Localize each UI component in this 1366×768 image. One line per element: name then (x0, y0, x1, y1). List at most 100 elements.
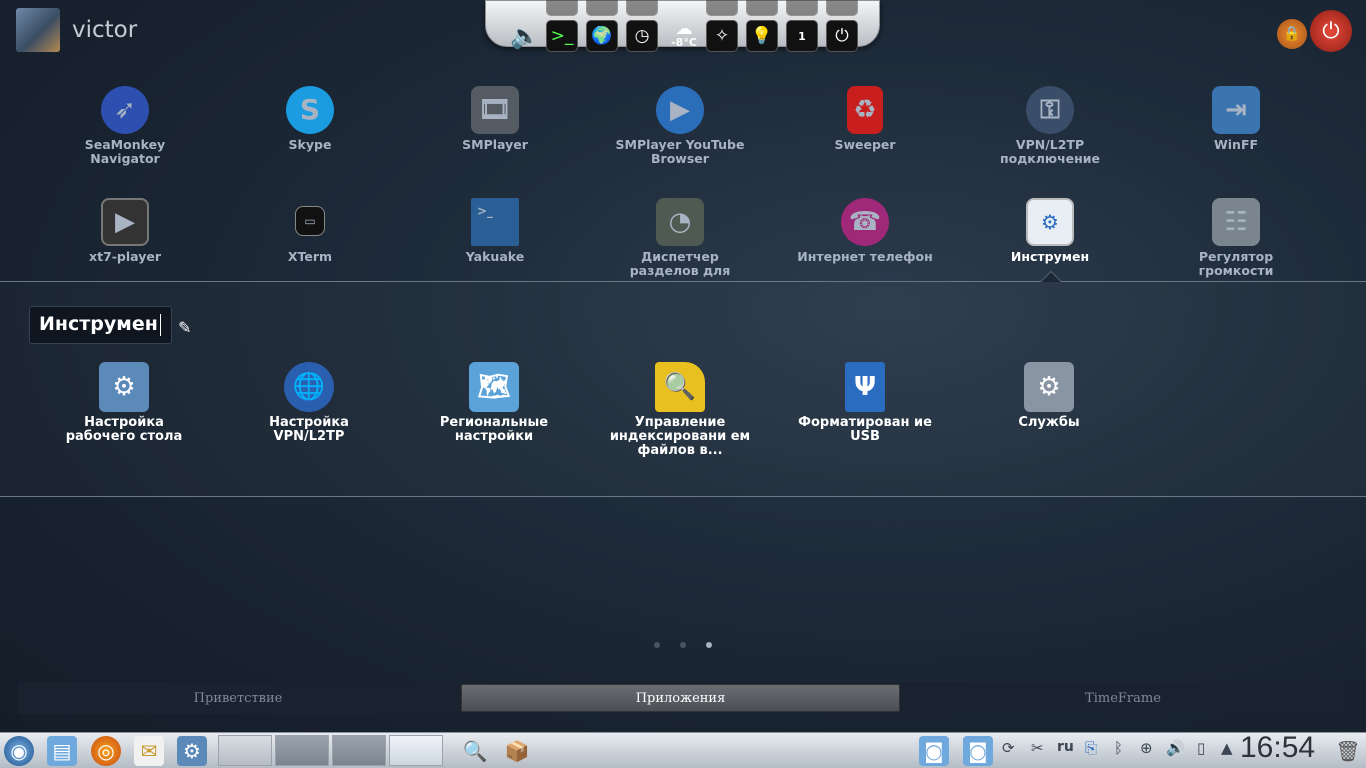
folder-item-label: Настройка рабочего стола (65, 415, 183, 444)
speaker-icon[interactable]: 🔈 (510, 22, 540, 50)
power-button[interactable]: ⏻ (1310, 10, 1352, 52)
vpn-settings-icon: 🌐 (284, 362, 334, 412)
power-icon: ⏻ (1322, 18, 1340, 44)
terminal-widget-icon[interactable]: >_ (546, 20, 578, 52)
phone-icon[interactable]: ▯ (1197, 739, 1205, 757)
desktop-pager-4[interactable] (389, 735, 443, 766)
app-smplayer[interactable]: 🎞 SMPlayer (422, 86, 568, 152)
lock-button[interactable]: 🔒 (1277, 19, 1307, 49)
usb-icon[interactable]: ⊕ (1140, 739, 1153, 757)
folder-item-regional-settings[interactable]: 🗺 Региональные настройки (421, 362, 567, 444)
app-winff[interactable]: ⇥ WinFF (1163, 86, 1309, 152)
bluetooth-icon[interactable]: ᛒ (1114, 739, 1123, 757)
desktop-pager-3[interactable] (332, 735, 386, 766)
app-label: VPN/L2TP подключение (999, 137, 1101, 166)
lightbulb-widget-icon[interactable]: 💡 (746, 20, 778, 52)
app-sweeper[interactable]: ♻ Sweeper (792, 86, 938, 152)
desktop-settings-task-icon[interactable]: ⚙ (177, 736, 207, 766)
folder-item-file-indexing[interactable]: 🔍 Управление индексировани ем файлов в..… (607, 362, 753, 458)
smplayer-icon: 🎞 (471, 86, 519, 134)
temperature-value: -8°C (671, 36, 697, 49)
folder-item-label: Форматирован ие USB (798, 415, 932, 444)
pencil-icon[interactable]: ✎ (178, 318, 191, 337)
power-widget-icon[interactable]: ⏻ (826, 20, 858, 52)
app-yakuake[interactable]: >_ Yakuake (422, 198, 568, 264)
widget-ghost-icon (746, 0, 778, 16)
app-partition-manager[interactable]: ◔ Диспетчер разделов для (607, 198, 753, 278)
folder-pointer (1040, 271, 1062, 282)
widget-ghost-icon (786, 0, 818, 16)
keyboard-layout[interactable]: ru (1057, 739, 1074, 755)
stars-widget-icon[interactable]: ✧ (706, 20, 738, 52)
app-seamonkey[interactable]: ➶ SeaMonkey Navigator (52, 86, 198, 166)
skype-icon: S (286, 86, 334, 134)
tab-timeframe[interactable]: TimeFrame (903, 684, 1343, 712)
volume-control-icon: ☷ (1212, 198, 1260, 246)
app-xt7-player[interactable]: ▶ xt7-player (52, 198, 198, 264)
widget-ghost-icon (626, 0, 658, 16)
seamonkey-icon: ➶ (101, 86, 149, 134)
package-install-icon[interactable]: 📦 (502, 736, 532, 766)
file-manager-icon[interactable]: ▤ (47, 736, 77, 766)
screenshot-icon[interactable]: ◙ (919, 736, 949, 766)
clipboard-icon[interactable]: ✂ (1031, 739, 1044, 757)
folder-name-input[interactable]: Инструмен (29, 306, 172, 344)
trash-icon[interactable]: 🗑 (1333, 736, 1363, 766)
user-profile[interactable]: victor (16, 8, 137, 52)
desktop-pager-2[interactable] (275, 735, 329, 766)
regional-settings-icon: 🗺 (469, 362, 519, 412)
desktop-pager-1[interactable] (218, 735, 272, 766)
desktop-settings-icon: ⚙ (99, 362, 149, 412)
app-label: Yakuake (465, 249, 525, 264)
folder-item-label: Настройка VPN/L2TP (269, 415, 349, 444)
weather-widget[interactable]: ☁ -8°C (665, 21, 703, 50)
app-volume-control[interactable]: ☷ Регулятор громкости (1163, 198, 1309, 278)
page-dot-active[interactable] (706, 642, 712, 648)
device-notifier-icon[interactable]: ◙ (963, 736, 993, 766)
app-launcher-icon[interactable]: ◉ (4, 736, 34, 766)
app-label: Sweeper (834, 137, 896, 152)
sync-icon[interactable]: ⟳ (1002, 739, 1015, 757)
app-label: Инструмен (1010, 249, 1090, 264)
page-dot[interactable] (654, 642, 660, 648)
smplayer-youtube-icon: ▶ (656, 86, 704, 134)
app-internet-phone[interactable]: ☎ Интернет телефон (792, 198, 938, 264)
firefox-icon[interactable]: ◎ (91, 736, 121, 766)
clock-widget-icon[interactable]: ◷ (626, 20, 658, 52)
folder-item-label: Службы (1018, 415, 1080, 430)
app-vpn[interactable]: ⚿ VPN/L2TP подключение (977, 86, 1123, 166)
app-skype[interactable]: S Skype (237, 86, 383, 152)
folder-item-vpn-settings[interactable]: 🌐 Настройка VPN/L2TP (236, 362, 382, 444)
folder-item-usb-format[interactable]: Ψ Форматирован ие USB (792, 362, 938, 444)
app-xterm[interactable]: ▭ XTerm (237, 198, 383, 264)
tray-expand-icon[interactable]: ▲ (1221, 739, 1233, 757)
tab-applications[interactable]: Приложения (461, 684, 900, 712)
app-label: SMPlayer YouTube Browser (615, 137, 745, 166)
folder-item-label: Региональные настройки (439, 415, 549, 444)
widget-ghost-icon (706, 0, 738, 16)
tab-label: Приветствие (193, 690, 283, 706)
globe-widget-icon[interactable]: 🌍 (586, 20, 618, 52)
app-tools-folder[interactable]: ⚙ Инструмен (977, 198, 1123, 264)
winff-icon: ⇥ (1212, 86, 1260, 134)
tools-folder-icon: ⚙ (1026, 198, 1074, 246)
gauge-widget-icon[interactable]: 1 (786, 20, 818, 52)
network-icon[interactable]: ⎘ (1085, 739, 1097, 757)
folder-item-desktop-settings[interactable]: ⚙ Настройка рабочего стола (51, 362, 197, 444)
tab-welcome[interactable]: Приветствие (18, 684, 458, 712)
folder-item-label: Управление индексировани ем файлов в... (609, 415, 751, 458)
folder-item-services[interactable]: ⚙ Службы (976, 362, 1122, 430)
search-icon[interactable]: 🔍 (460, 736, 490, 766)
page-dot[interactable] (680, 642, 686, 648)
mail-icon[interactable]: ✉ (134, 736, 164, 766)
taskbar: ◉ ▤ ◎ ✉ ⚙ 🔍 📦 ◙ ◙ ⟳ ✂ ru ⎘ ᛒ ⊕ 🔊 ▯ ▲ 16:… (0, 731, 1366, 768)
volume-icon[interactable]: 🔊 (1166, 739, 1185, 757)
clock[interactable]: 16:54 (1240, 731, 1315, 765)
gauge-value: 1 (798, 29, 806, 43)
app-label: Диспетчер разделов для (629, 249, 731, 278)
app-smplayer-youtube[interactable]: ▶ SMPlayer YouTube Browser (607, 86, 753, 166)
folder-name-text: Инструмен (39, 313, 158, 335)
file-indexing-icon: 🔍 (655, 362, 705, 412)
tab-label: TimeFrame (1085, 690, 1161, 706)
avatar[interactable] (16, 8, 60, 52)
